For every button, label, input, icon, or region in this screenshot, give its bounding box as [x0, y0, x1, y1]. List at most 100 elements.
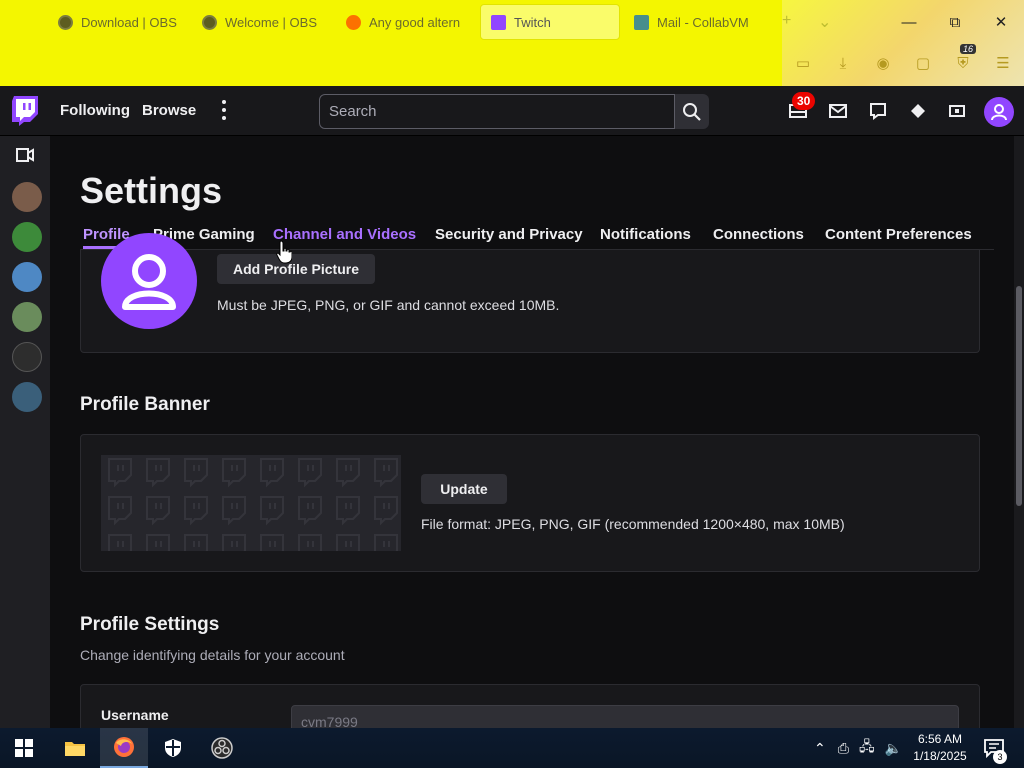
downloads-icon[interactable]: ⤓	[832, 52, 854, 74]
channel-avatar[interactable]	[12, 262, 42, 292]
obs-icon	[211, 737, 233, 759]
minimize-button[interactable]: —	[886, 0, 932, 44]
shield-icon	[165, 739, 181, 757]
more-options-icon[interactable]	[216, 98, 232, 122]
channel-avatar[interactable]	[12, 342, 42, 372]
profile-settings-card: Username cvm7999	[80, 684, 980, 728]
browser-tab-twitch[interactable]: Twitch	[480, 4, 620, 40]
obs-icon	[202, 14, 217, 30]
twitch-icon	[491, 14, 506, 30]
browser-tab-obs-download[interactable]: Download | OBS	[48, 4, 188, 40]
channel-avatar[interactable]	[12, 382, 42, 412]
profile-settings-subtitle: Change identifying details for your acco…	[80, 647, 345, 663]
profile-settings-title: Profile Settings	[80, 614, 220, 635]
clock-date: 1/18/2025	[913, 749, 967, 763]
user-avatar[interactable]	[984, 97, 1014, 127]
tab-connections[interactable]: Connections	[713, 226, 804, 243]
system-tray: ⌃ ⎙ 🖧 🔈	[814, 728, 902, 768]
start-button[interactable]	[0, 728, 48, 768]
profile-banner-title: Profile Banner	[80, 394, 210, 415]
browser-tab-mail[interactable]: Mail - CollabVM	[624, 4, 774, 40]
maximize-button[interactable]: ⧉	[932, 0, 978, 44]
notifications-count-badge: 30	[792, 92, 816, 110]
followed-channels-sidebar	[0, 136, 50, 728]
video-camera-icon[interactable]	[16, 148, 34, 162]
channel-avatar[interactable]	[12, 182, 42, 212]
add-profile-picture-button[interactable]: Add Profile Picture	[217, 254, 375, 284]
banner-preview	[101, 455, 401, 551]
prime-crown-icon[interactable]	[908, 98, 928, 124]
tab-label: Mail - CollabVM	[657, 14, 749, 30]
twitch-logo-icon[interactable]	[12, 96, 38, 126]
menu-icon[interactable]: ☰	[992, 52, 1014, 74]
inbox-icon[interactable]	[828, 98, 848, 124]
ublock-icon[interactable]: ⛨ 16	[952, 44, 977, 74]
window-controls: — ⧉ ✕	[886, 0, 1024, 44]
taskbar-security[interactable]	[149, 728, 197, 768]
browser-tab-reddit[interactable]: Any good altern	[336, 4, 476, 40]
search-input[interactable]: Search	[319, 94, 675, 129]
nav-following-link[interactable]: Following	[60, 102, 130, 119]
nav-action-icons	[788, 98, 968, 124]
browser-tab-obs-welcome[interactable]: Welcome | OBS	[192, 4, 332, 40]
browser-toolbar: ▭ ⤓ ◉ ▢ ⛨ 16 ☰	[792, 44, 1014, 74]
volume-muted-icon[interactable]: 🔈	[885, 740, 902, 757]
twitch-top-nav: Following Browse Search	[0, 86, 1024, 136]
channel-avatar[interactable]	[12, 302, 42, 332]
extension-badge: 16	[960, 44, 977, 54]
firefox-icon	[114, 737, 134, 757]
tab-label: Download | OBS	[81, 14, 177, 30]
folder-icon	[65, 742, 85, 756]
tab-security-and-privacy[interactable]: Security and Privacy	[435, 226, 583, 243]
network-icon[interactable]: 🖧	[859, 736, 875, 760]
bits-icon[interactable]	[948, 98, 968, 124]
scrollbar-thumb[interactable]	[1016, 286, 1022, 506]
search-button[interactable]	[675, 94, 709, 129]
taskbar-file-explorer[interactable]	[51, 728, 99, 768]
account-icon[interactable]: ◉	[872, 52, 894, 74]
outlook-icon	[634, 14, 649, 30]
profile-picture[interactable]	[101, 233, 197, 329]
tab-notifications[interactable]: Notifications	[600, 226, 691, 243]
twitch-pattern-image	[101, 455, 401, 551]
browser-tab-bar: Download | OBS Welcome | OBS Any good al…	[0, 0, 1024, 86]
username-field[interactable]: cvm7999	[291, 705, 959, 728]
system-clock[interactable]: 6:56 AM 1/18/2025	[906, 731, 974, 765]
tab-label: Any good altern	[369, 14, 461, 30]
windows-logo-icon	[15, 739, 33, 757]
tab-label: Twitch	[514, 14, 551, 30]
nav-browse-link[interactable]: Browse	[142, 102, 196, 119]
meet-now-icon[interactable]: ⎙	[838, 740, 849, 757]
page-title: Settings	[80, 170, 223, 211]
tab-channel-and-videos[interactable]: Channel and Videos	[273, 226, 416, 243]
taskbar-obs[interactable]	[198, 728, 246, 768]
tab-strip: Download | OBS Welcome | OBS Any good al…	[0, 0, 780, 44]
show-hidden-icons-icon[interactable]: ⌃	[814, 740, 826, 757]
search-icon	[683, 102, 701, 121]
reddit-icon	[346, 14, 361, 30]
profile-banner-card: Update File format: JPEG, PNG, GIF (reco…	[80, 434, 980, 572]
notification-count-badge: 3	[993, 750, 1007, 764]
new-tab-button[interactable]: +	[782, 12, 791, 30]
profile-picture-hint: Must be JPEG, PNG, or GIF and cannot exc…	[217, 297, 560, 313]
obs-icon	[58, 14, 73, 30]
page-scrollbar[interactable]	[1014, 136, 1024, 728]
channel-avatar[interactable]	[12, 222, 42, 252]
mouse-pointer-icon	[276, 240, 292, 264]
windows-taskbar: ⌃ ⎙ 🖧 🔈 6:56 AM 1/18/2025 3	[0, 728, 1024, 768]
tab-content-preferences[interactable]: Content Preferences	[825, 226, 972, 243]
user-icon	[122, 254, 176, 310]
user-icon	[991, 104, 1007, 121]
banner-format-hint: File format: JPEG, PNG, GIF (recommended…	[421, 516, 845, 532]
whispers-icon[interactable]	[868, 98, 888, 124]
username-label: Username	[101, 707, 169, 723]
settings-page: Settings Profile Prime Gaming Channel an…	[50, 136, 1014, 728]
pocket-icon[interactable]: ▭	[792, 52, 814, 74]
clock-time: 6:56 AM	[917, 732, 963, 746]
taskbar-firefox[interactable]	[100, 728, 148, 768]
extensions-icon[interactable]: ▢	[912, 52, 934, 74]
tab-list-button[interactable]: ⌄	[818, 12, 831, 32]
update-banner-button[interactable]: Update	[421, 474, 507, 504]
profile-picture-card: Add Profile Picture Must be JPEG, PNG, o…	[80, 233, 980, 353]
close-button[interactable]: ✕	[978, 0, 1024, 44]
